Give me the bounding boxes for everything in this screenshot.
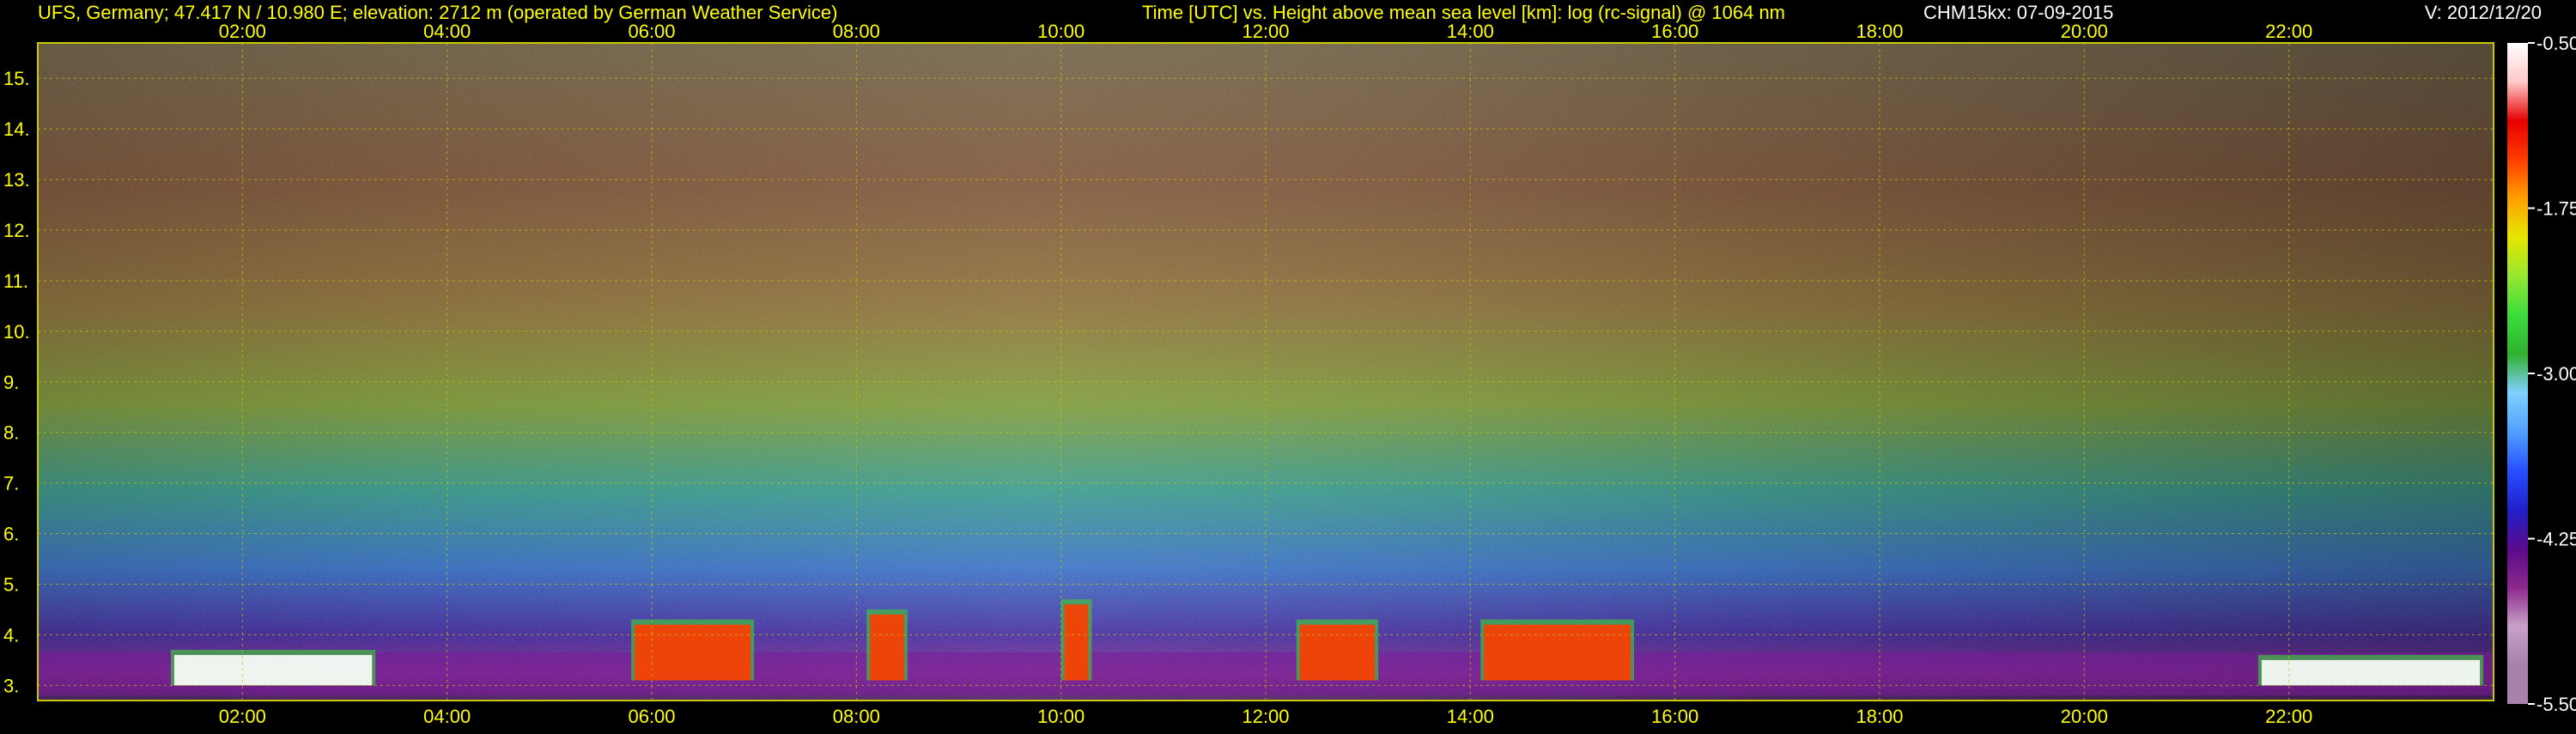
- y-tick-label: 13.: [3, 169, 30, 191]
- cloud-layer-3: [1064, 604, 1089, 681]
- cloud-layer-0: [173, 654, 373, 686]
- y-tick-label: 4.: [3, 624, 19, 646]
- x-tick-top-label: 20:00: [2061, 21, 2108, 42]
- y-tick-label: 15.: [3, 68, 30, 89]
- x-tick-bottom-label: 10:00: [1037, 706, 1084, 727]
- colorbar-tick-label: -4.25: [2537, 529, 2576, 550]
- x-tick-top-label: 02:00: [219, 21, 266, 42]
- y-tick-label: 14.: [3, 118, 30, 140]
- ceilometer-plot: UFS, Germany; 47.417 N / 10.980 E; eleva…: [0, 0, 2576, 730]
- y-tick-label: 10.: [3, 321, 30, 343]
- x-tick-bottom-label: 20:00: [2061, 706, 2108, 727]
- heatmap-area: [37, 42, 2494, 701]
- y-tick-label: 5.: [3, 573, 19, 595]
- y-tick-label: 7.: [3, 473, 19, 494]
- y-tick-label: 6.: [3, 524, 19, 545]
- cloud-layer-5: [1484, 624, 1631, 681]
- y-tick-label: 3.: [3, 675, 19, 696]
- y-tick-label: 12.: [3, 220, 30, 241]
- cloud-layer-2: [870, 614, 904, 681]
- colorbar-tick-label: -5.50: [2537, 694, 2576, 715]
- version-label: V: 2012/12/20: [2425, 2, 2542, 23]
- x-tick-bottom-label: 02:00: [219, 706, 266, 727]
- colorbar-tick-label: -1.75: [2537, 198, 2576, 220]
- x-tick-top-label: 16:00: [1651, 21, 1698, 42]
- x-tick-bottom-label: 06:00: [628, 706, 675, 727]
- x-tick-bottom-label: 22:00: [2265, 706, 2312, 727]
- x-tick-top-label: 08:00: [833, 21, 880, 42]
- colorbar-tick-label: -0.50: [2537, 33, 2576, 54]
- x-tick-top-label: 12:00: [1242, 21, 1289, 42]
- x-tick-bottom-label: 04:00: [423, 706, 471, 727]
- x-tick-bottom-label: 16:00: [1651, 706, 1698, 727]
- x-tick-bottom-label: 12:00: [1242, 706, 1289, 727]
- cloud-layer-6: [2261, 659, 2481, 686]
- x-tick-top-label: 06:00: [628, 21, 675, 42]
- cloud-layer-4: [1299, 624, 1376, 681]
- x-tick-bottom-label: 14:00: [1447, 706, 1494, 727]
- x-axis-bottom: 02:00 04:00 06:00 08:00 10:00 12:00 14:00 16:00…: [219, 706, 2312, 727]
- x-tick-bottom-label: 08:00: [833, 706, 880, 727]
- colorbar: -0.50 -1.75 -3.00 -4.25 -5.50: [2507, 33, 2576, 715]
- x-tick-bottom-label: 18:00: [1856, 706, 1903, 727]
- colorbar-ticks: -0.50 -1.75 -3.00 -4.25 -5.50: [2528, 33, 2576, 715]
- y-tick-label: 8.: [3, 422, 19, 444]
- y-axis: 3. 4. 5. 6. 7. 8. 9. 10. 11. 12. 13. 14. 15.: [3, 68, 30, 696]
- x-tick-top-label: 18:00: [1856, 21, 1903, 42]
- y-tick-label: 9.: [3, 372, 19, 393]
- chart-svg: UFS, Germany; 47.417 N / 10.980 E; eleva…: [3, 2, 2576, 727]
- y-tick-label: 11.: [3, 270, 28, 292]
- x-tick-top-label: 04:00: [423, 21, 471, 42]
- x-axis-top: 02:00 04:00 06:00 08:00 10:00 12:00 14:00 16:00…: [219, 21, 2312, 42]
- x-tick-top-label: 22:00: [2265, 21, 2312, 42]
- colorbar-tick-label: -3.00: [2537, 363, 2576, 385]
- x-tick-top-label: 10:00: [1037, 21, 1084, 42]
- x-tick-top-label: 14:00: [1447, 21, 1494, 42]
- colorbar-gradient: [2507, 43, 2528, 704]
